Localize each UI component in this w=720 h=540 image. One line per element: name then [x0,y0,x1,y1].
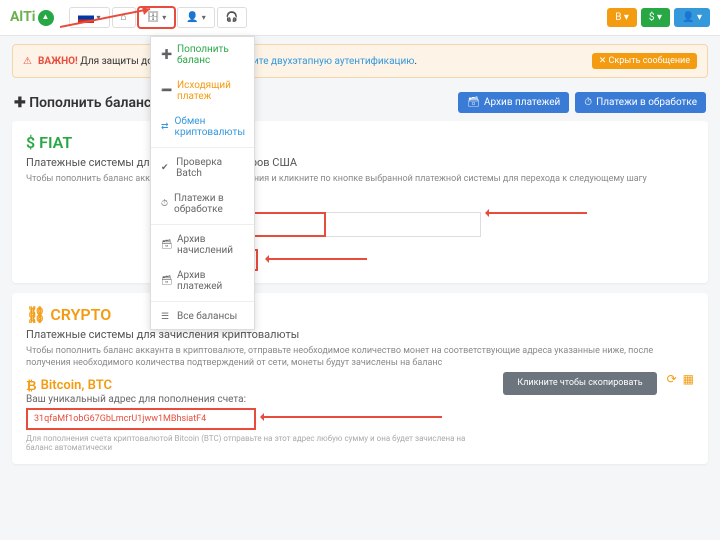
nav-wallet[interactable]: 🗄▾ [138,7,176,28]
crypto-card: ⛓CRYPTO Платежные системы для зачисления… [12,293,708,464]
qr-icon[interactable]: ▦ [683,372,694,386]
dd-topup[interactable]: ➕Пополнить баланс [151,37,254,73]
copy-address-button[interactable]: Кликните чтобы скопировать [503,372,656,396]
btn-archive[interactable]: 🗃Архив платежей [458,92,569,113]
fiat-card: $FIAT Платежные системы дл ой валюты - Д… [12,121,708,283]
clock-icon: ⏱ [584,97,592,108]
nav-user[interactable]: 👤▾ [177,7,214,28]
logo-icon [38,10,54,26]
crypto-title: ⛓CRYPTO [26,305,694,324]
page-header: ✚ Пополнить баланс 🗃Архив платежей ⏱Плат… [0,86,720,121]
user-icon: 👤 [186,12,198,23]
bitcoin-icon: ₿ [26,378,37,394]
alert-prefix: ВАЖНО! [38,56,78,67]
warning-icon: ⚠ [23,56,32,67]
crypto-desc: Чтобы пополнить баланс аккаунта в крипто… [26,345,694,370]
dd-outgoing[interactable]: ➖Исходящий платеж [151,73,254,109]
annotation-arrow-icon [262,416,442,418]
navbar: AlTi ▾ ⌂ 🗄▾ 👤▾ 🎧 B ▾ $ ▾ 👤 ▾ ➕Пополнить … [0,0,720,36]
dd-processing[interactable]: ⏱Платежи в обработке [151,186,254,222]
dollar-icon: $ [26,133,35,152]
logo: AlTi [10,9,54,25]
btc-sub: Ваш уникальный адрес для пополнения счет… [26,394,493,405]
btc-title: ₿Bitcoin, BTC [26,378,493,394]
archive-icon: 🗃 [467,97,480,108]
flag-ru-icon [78,12,94,23]
home-icon: ⌂ [121,12,127,23]
fiat-subtitle: Платежные системы дл ой валюты - Долларо… [26,156,694,169]
chain-icon: ⛓ [26,305,46,324]
btn-account[interactable]: 👤 ▾ [674,8,710,27]
wallet-icon: 🗄 [147,12,160,23]
minus-icon: ➖ [161,86,171,96]
nav-right: B ▾ $ ▾ 👤 ▾ [607,8,710,27]
wallet-dropdown: ➕Пополнить баланс ➖Исходящий платеж ⇄Обм… [150,36,255,330]
check-icon: ✔ [161,163,170,173]
annotation-arrow-icon [267,258,367,260]
alert-2fa: ⚠ ВАЖНО! Для защиты достуожалуйста, вклю… [12,44,708,78]
annotation-arrow-icon [487,212,587,214]
fiat-desc: Чтобы пополнить баланс акк укажите сумму… [26,173,694,186]
nav-home[interactable]: ⌂ [112,7,136,28]
btn-balance-usd[interactable]: $ ▾ [641,8,670,27]
dd-batch[interactable]: ✔Проверка Batch [151,150,254,186]
archive-icon: 🗃 [161,240,171,250]
page-title: ✚ Пополнить баланс [14,95,151,111]
btn-processing[interactable]: ⏱Платежи в обработке [575,92,706,113]
archive-icon: 🗃 [161,276,171,286]
plus-icon: ➕ [161,50,171,60]
list-icon: ☰ [161,312,171,322]
btn-balance-btc[interactable]: B ▾ [607,8,637,27]
nav-support[interactable]: 🎧 [217,7,247,28]
dd-all-balances[interactable]: ☰Все балансы [151,304,254,329]
alert-close-button[interactable]: ✕ Скрыть сообщение [592,53,697,69]
btc-note: Для пополнения счета криптовалютой Bitco… [26,434,493,452]
support-icon: 🎧 [226,12,238,23]
refresh-icon[interactable]: ⟳ [667,372,677,386]
dd-archive-earn[interactable]: 🗃Архив начислений [151,227,254,263]
dd-exchange[interactable]: ⇄Обмен криптовалюты [151,109,254,145]
clock-icon: ⏱ [161,199,168,209]
nav-icons: ▾ ⌂ 🗄▾ 👤▾ 🎧 [69,7,248,28]
fiat-title: $FIAT [26,133,694,152]
dd-archive-pay[interactable]: 🗃Архив платежей [151,263,254,299]
exchange-icon: ⇄ [161,122,169,132]
nav-lang[interactable]: ▾ [69,7,110,28]
amount-addon [326,212,481,237]
btc-address-input[interactable] [26,408,256,430]
crypto-subtitle: Платежные системы для зачисления криптов… [26,328,694,341]
